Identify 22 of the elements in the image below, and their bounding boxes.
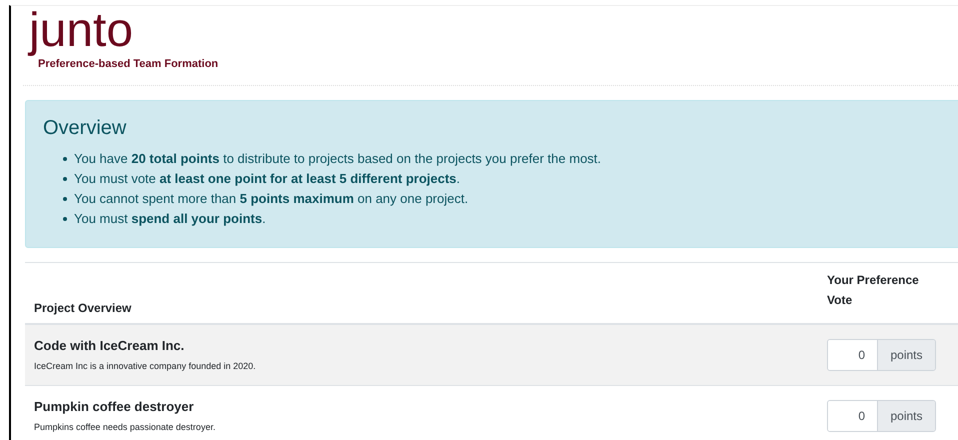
rule-text: You have 20 total points to distribute to projects based on the projects you prefer the most. [74, 150, 602, 168]
unit-label: points [877, 400, 935, 430]
bullet-icon [63, 156, 67, 160]
project-description: IceCream Inc is a innovative company founded in 2020. [34, 360, 257, 373]
column-header: Your Preference Vote [827, 272, 920, 308]
rule-text: You must vote at least one point for at least 5 different projects. [74, 170, 460, 188]
bullet-icon [63, 176, 67, 180]
column-header: Project Overview [33, 300, 132, 316]
vote-field[interactable]: 0 points [827, 338, 936, 370]
rule-text: You must spend all your points. [74, 210, 266, 228]
bullet-icon [63, 196, 67, 200]
tagline: Preference-based Team Formation [38, 57, 218, 72]
rule-text: You cannot spent more than 5 points maximum on any one project. [74, 190, 468, 208]
project-title: Pumpkin coffee destroyer [34, 398, 195, 416]
bullet-icon [63, 216, 67, 220]
project-title: Code with IceCream Inc. [34, 337, 186, 355]
project-description: Pumpkins coffee needs passionate destroyer. [34, 420, 216, 434]
vote-value: 0 [828, 340, 877, 370]
unit-label: points [877, 340, 935, 370]
logo: junto [26, 6, 134, 56]
overview-title: Overview [43, 116, 128, 140]
vote-field[interactable]: 0 points [827, 400, 936, 432]
